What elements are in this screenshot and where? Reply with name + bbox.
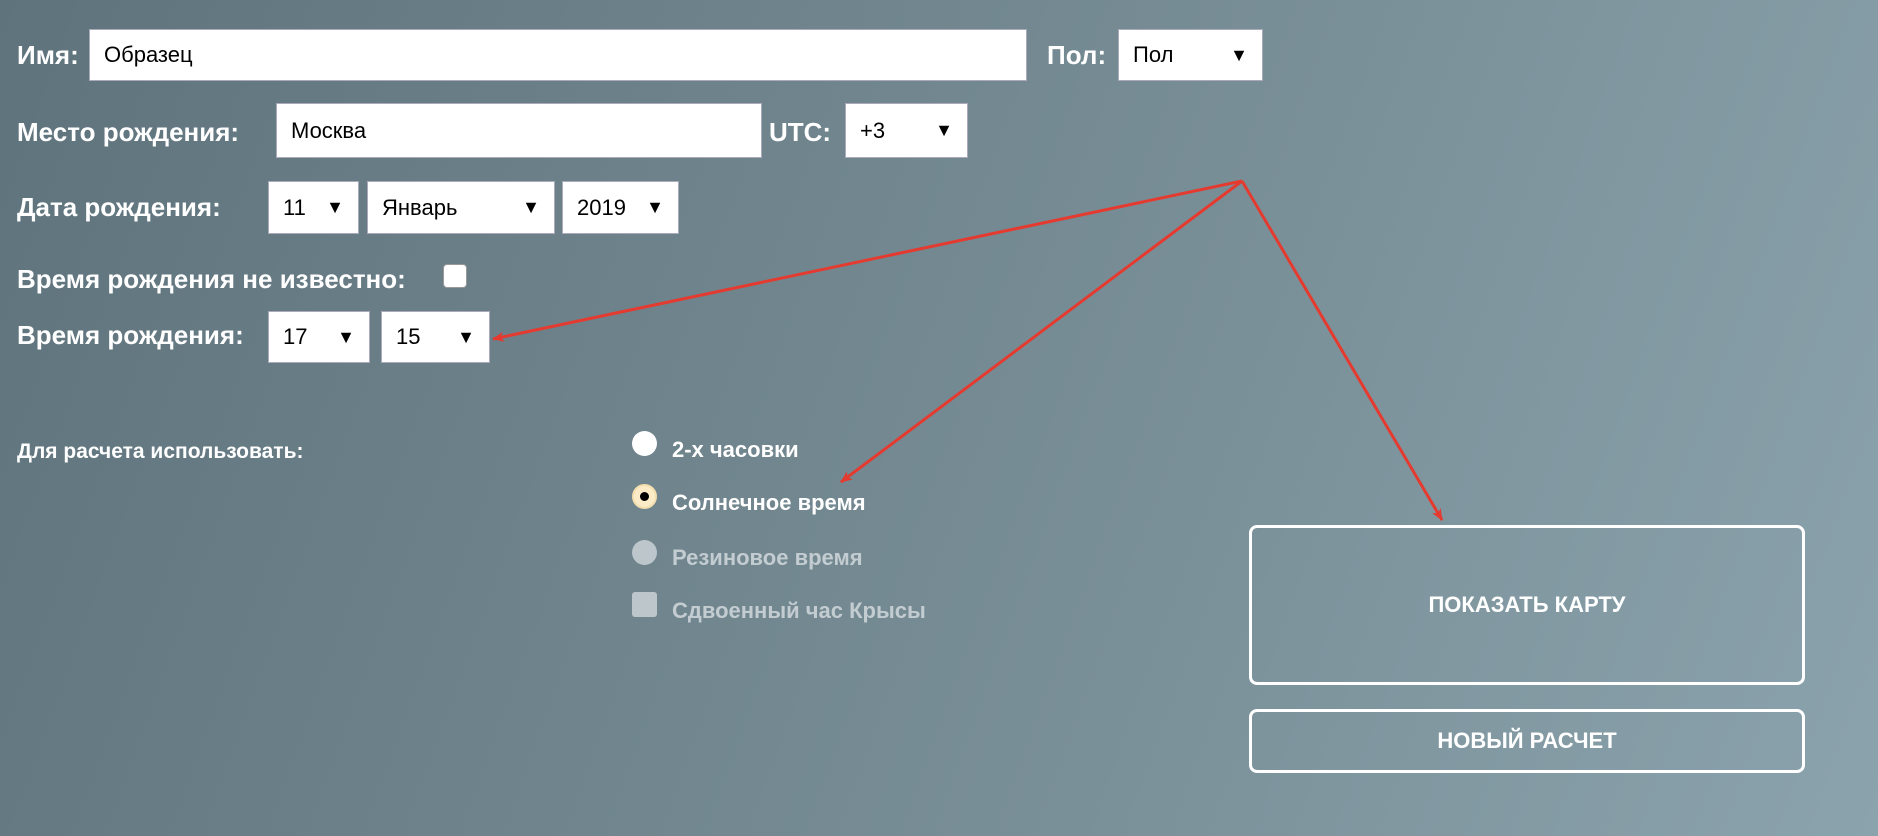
- minute-value: 15: [396, 324, 421, 349]
- hour-select[interactable]: 17 ▼: [268, 311, 370, 363]
- radio-2h[interactable]: [632, 431, 657, 456]
- minute-select[interactable]: 15 ▼: [381, 311, 490, 363]
- gender-value: Пол: [1133, 42, 1174, 67]
- day-value: 11: [283, 194, 306, 220]
- radio-rubber[interactable]: [632, 540, 657, 565]
- utc-value: +3: [860, 117, 886, 143]
- option-solar-label[interactable]: Солнечное время: [672, 490, 866, 516]
- birthplace-input[interactable]: Москва: [276, 103, 762, 158]
- calc-label: Для расчета использовать:: [17, 440, 304, 463]
- month-select[interactable]: Январь ▼: [367, 181, 555, 234]
- show-map-button[interactable]: ПОКАЗАТЬ КАРТУ: [1249, 525, 1805, 685]
- year-select[interactable]: 2019 ▼: [562, 181, 679, 234]
- chevron-down-icon: ▼: [646, 197, 664, 217]
- birthplace-label: Место рождения:: [17, 117, 240, 147]
- gender-label: Пол:: [1047, 40, 1107, 70]
- option-rat-hour-label[interactable]: Сдвоенный час Крысы: [672, 598, 926, 624]
- new-calc-button[interactable]: НОВЫЙ РАСЧЕТ: [1249, 709, 1805, 773]
- radio-solar[interactable]: [632, 484, 657, 509]
- chevron-down-icon: ▼: [522, 197, 540, 217]
- rat-hour-checkbox[interactable]: [632, 592, 657, 617]
- chevron-down-icon: ▼: [457, 326, 475, 347]
- chevron-down-icon: ▼: [1230, 44, 1248, 65]
- chevron-down-icon: ▼: [337, 326, 355, 347]
- birthdate-label: Дата рождения:: [17, 192, 221, 222]
- year-value: 2019: [577, 194, 626, 220]
- radio-dot-icon: [640, 492, 649, 501]
- day-select[interactable]: 11 ▼: [268, 181, 359, 234]
- name-label: Имя:: [17, 40, 79, 70]
- birthtime-label: Время рождения:: [17, 320, 244, 350]
- time-unknown-label: Время рождения не известно:: [17, 264, 406, 294]
- option-2h-label[interactable]: 2-х часовки: [672, 437, 799, 463]
- arrow-to-show-map: [1240, 180, 1444, 521]
- time-unknown-checkbox[interactable]: [443, 264, 467, 288]
- chevron-down-icon: ▼: [326, 197, 344, 217]
- name-input[interactable]: Образец: [89, 29, 1027, 81]
- arrow-to-solar: [840, 179, 1243, 484]
- chevron-down-icon: ▼: [935, 120, 953, 140]
- utc-select[interactable]: +3 ▼: [845, 103, 968, 158]
- hour-value: 17: [283, 324, 308, 349]
- gender-select[interactable]: Пол ▼: [1118, 29, 1263, 81]
- option-rubber-label[interactable]: Резиновое время: [672, 545, 863, 571]
- utc-label: UTC:: [769, 117, 832, 147]
- month-value: Январь: [382, 194, 458, 220]
